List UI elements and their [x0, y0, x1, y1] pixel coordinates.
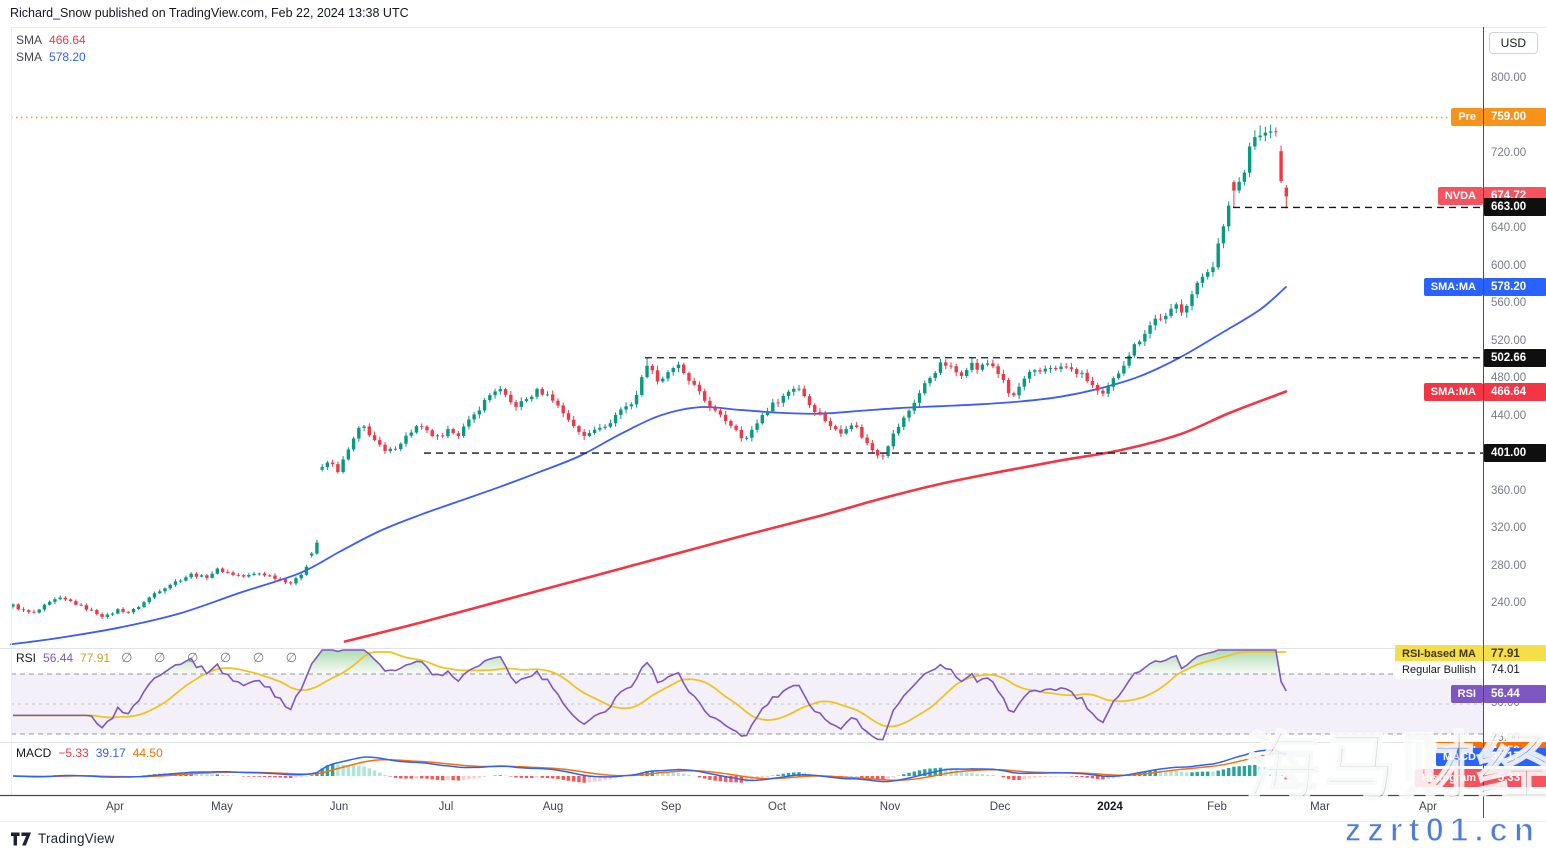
price-tick: 520.00 — [1491, 335, 1526, 347]
premarket-price-label: Pre 759.00 — [1451, 108, 1546, 126]
rsi-value: 56.44 — [1484, 685, 1546, 703]
time-axis-label: 2024 — [1097, 801, 1123, 813]
time-axis-label: Jun — [330, 801, 349, 813]
price-tick: 440.00 — [1491, 410, 1526, 422]
sma-fast-value: 578.20 — [1484, 278, 1546, 296]
sma-fast-legend-value: 578.20 — [49, 50, 86, 64]
footer-divider — [0, 821, 1546, 822]
symbol-tag: NVDA — [1438, 187, 1483, 205]
price-tick: 240.00 — [1491, 597, 1526, 609]
tradingview-logo-text: TradingView — [38, 831, 115, 846]
sma-fast-axis-label: SMA:MA 578.20 — [1424, 278, 1546, 296]
sma-slow-legend[interactable]: SMA 466.64 — [16, 33, 86, 47]
macd-value: 39.17 — [1484, 748, 1546, 766]
time-axis-label: Apr — [106, 801, 124, 813]
macd-legend-label: MACD — [16, 746, 51, 760]
time-axis-label: May — [211, 801, 233, 813]
rsi-axis-label: RSI 56.44 — [1451, 685, 1546, 703]
price-tick: 280.00 — [1491, 560, 1526, 572]
rsi-legend-placeholders: ∅ ∅ ∅ ∅ ∅ ∅ — [121, 650, 306, 666]
rsi-legend[interactable]: RSI 56.44 77.91 ∅ ∅ ∅ ∅ ∅ ∅ — [16, 650, 306, 666]
rsi-legend-value: 56.44 — [43, 651, 73, 665]
sma-slow-legend-value: 466.64 — [49, 33, 86, 47]
time-axis-label: Mar — [1310, 801, 1330, 813]
macd-histogram-tag: Histogram — [1415, 769, 1483, 787]
premarket-tag: Pre — [1451, 108, 1483, 126]
divergence-axis-label: Regular Bullish 74.01 — [1395, 661, 1546, 679]
price-tick: 640.00 — [1491, 222, 1526, 234]
macd-legend[interactable]: MACD −5.33 39.17 44.50 — [16, 746, 163, 760]
sma-fast-legend-label: SMA — [16, 50, 42, 64]
time-axis-label: Feb — [1207, 801, 1227, 813]
divergence-value: 74.01 — [1484, 661, 1546, 679]
divergence-tag: Regular Bullish — [1395, 661, 1483, 679]
macd-tag: MACD — [1436, 748, 1483, 766]
tradingview-logo-icon — [11, 832, 32, 846]
sma-fast-legend[interactable]: SMA 578.20 — [16, 50, 86, 64]
time-axis-label: Nov — [880, 801, 900, 813]
time-axis-label: Sep — [661, 801, 681, 813]
lower-level-label: 401.00 — [1484, 444, 1546, 462]
support-level-label: 663.00 — [1484, 198, 1546, 216]
time-axis-label: Dec — [990, 801, 1010, 813]
macd-histogram-axis-label: Histogram −5.33 — [1415, 769, 1546, 787]
macd-legend-macd-value: 39.17 — [96, 746, 126, 760]
time-axis-label: Jul — [439, 801, 454, 813]
price-tick: 320.00 — [1491, 522, 1526, 534]
time-axis-label: Oct — [768, 801, 786, 813]
sma-fast-tag: SMA:MA — [1424, 278, 1483, 296]
lower-level-value: 401.00 — [1484, 444, 1546, 462]
currency-toggle-button[interactable]: USD — [1489, 32, 1538, 54]
price-tick: 720.00 — [1491, 147, 1526, 159]
price-tick: 600.00 — [1491, 260, 1526, 272]
sma-slow-legend-label: SMA — [16, 33, 42, 47]
sma-slow-tag: SMA:MA — [1424, 383, 1483, 401]
time-axis-label: Apr — [1419, 801, 1437, 813]
price-tick: 560.00 — [1491, 297, 1526, 309]
macd-legend-hist-value: −5.33 — [58, 746, 88, 760]
byline: Richard_Snow published on TradingView.co… — [10, 6, 409, 20]
macd-histogram-value: −5.33 — [1484, 769, 1546, 787]
price-tick: 800.00 — [1491, 72, 1526, 84]
support-level-value: 663.00 — [1484, 198, 1546, 216]
resistance-level-label: 502.66 — [1484, 349, 1546, 367]
rsi-tag: RSI — [1451, 685, 1483, 703]
premarket-value: 759.00 — [1484, 108, 1546, 126]
time-axis-label: Aug — [543, 801, 563, 813]
rsi-legend-ma-value: 77.91 — [80, 651, 110, 665]
rsi-legend-label: RSI — [16, 651, 36, 665]
sma-slow-value: 466.64 — [1484, 383, 1546, 401]
tradingview-logo[interactable]: TradingView — [11, 831, 115, 846]
macd-legend-signal-value: 44.50 — [133, 746, 163, 760]
resistance-level-value: 502.66 — [1484, 349, 1546, 367]
macd-axis-label: MACD 39.17 — [1436, 748, 1546, 766]
sma-slow-axis-label: SMA:MA 466.64 — [1424, 383, 1546, 401]
price-tick: 360.00 — [1491, 485, 1526, 497]
chart-canvas[interactable] — [0, 0, 1546, 857]
